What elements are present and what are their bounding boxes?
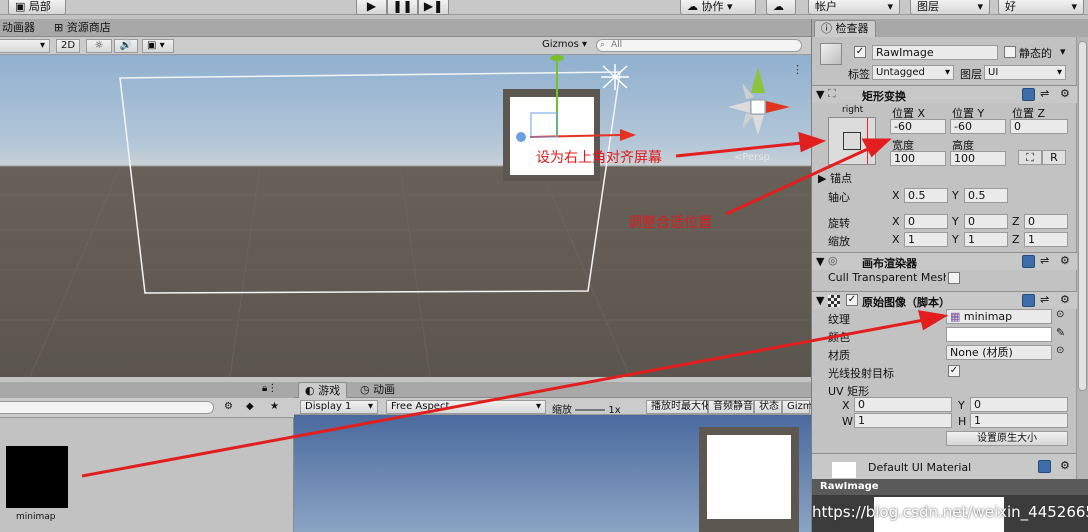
watermark: https://blog.csdn.net/weixin_44526652 bbox=[812, 503, 1088, 521]
arrow-texture-head bbox=[917, 310, 949, 331]
arrow-texture bbox=[81, 318, 925, 478]
annotation-adjust-text: 调整合适位置 bbox=[628, 215, 712, 231]
arrow-adjust bbox=[725, 146, 871, 216]
arrow-align-head bbox=[798, 131, 827, 153]
arrow-adjust-head bbox=[861, 138, 892, 158]
arrow-align bbox=[675, 141, 803, 158]
annotation-overlay bbox=[81, 131, 949, 478]
annotation-align-text: 设为右上角对齐屏幕 bbox=[536, 150, 662, 166]
